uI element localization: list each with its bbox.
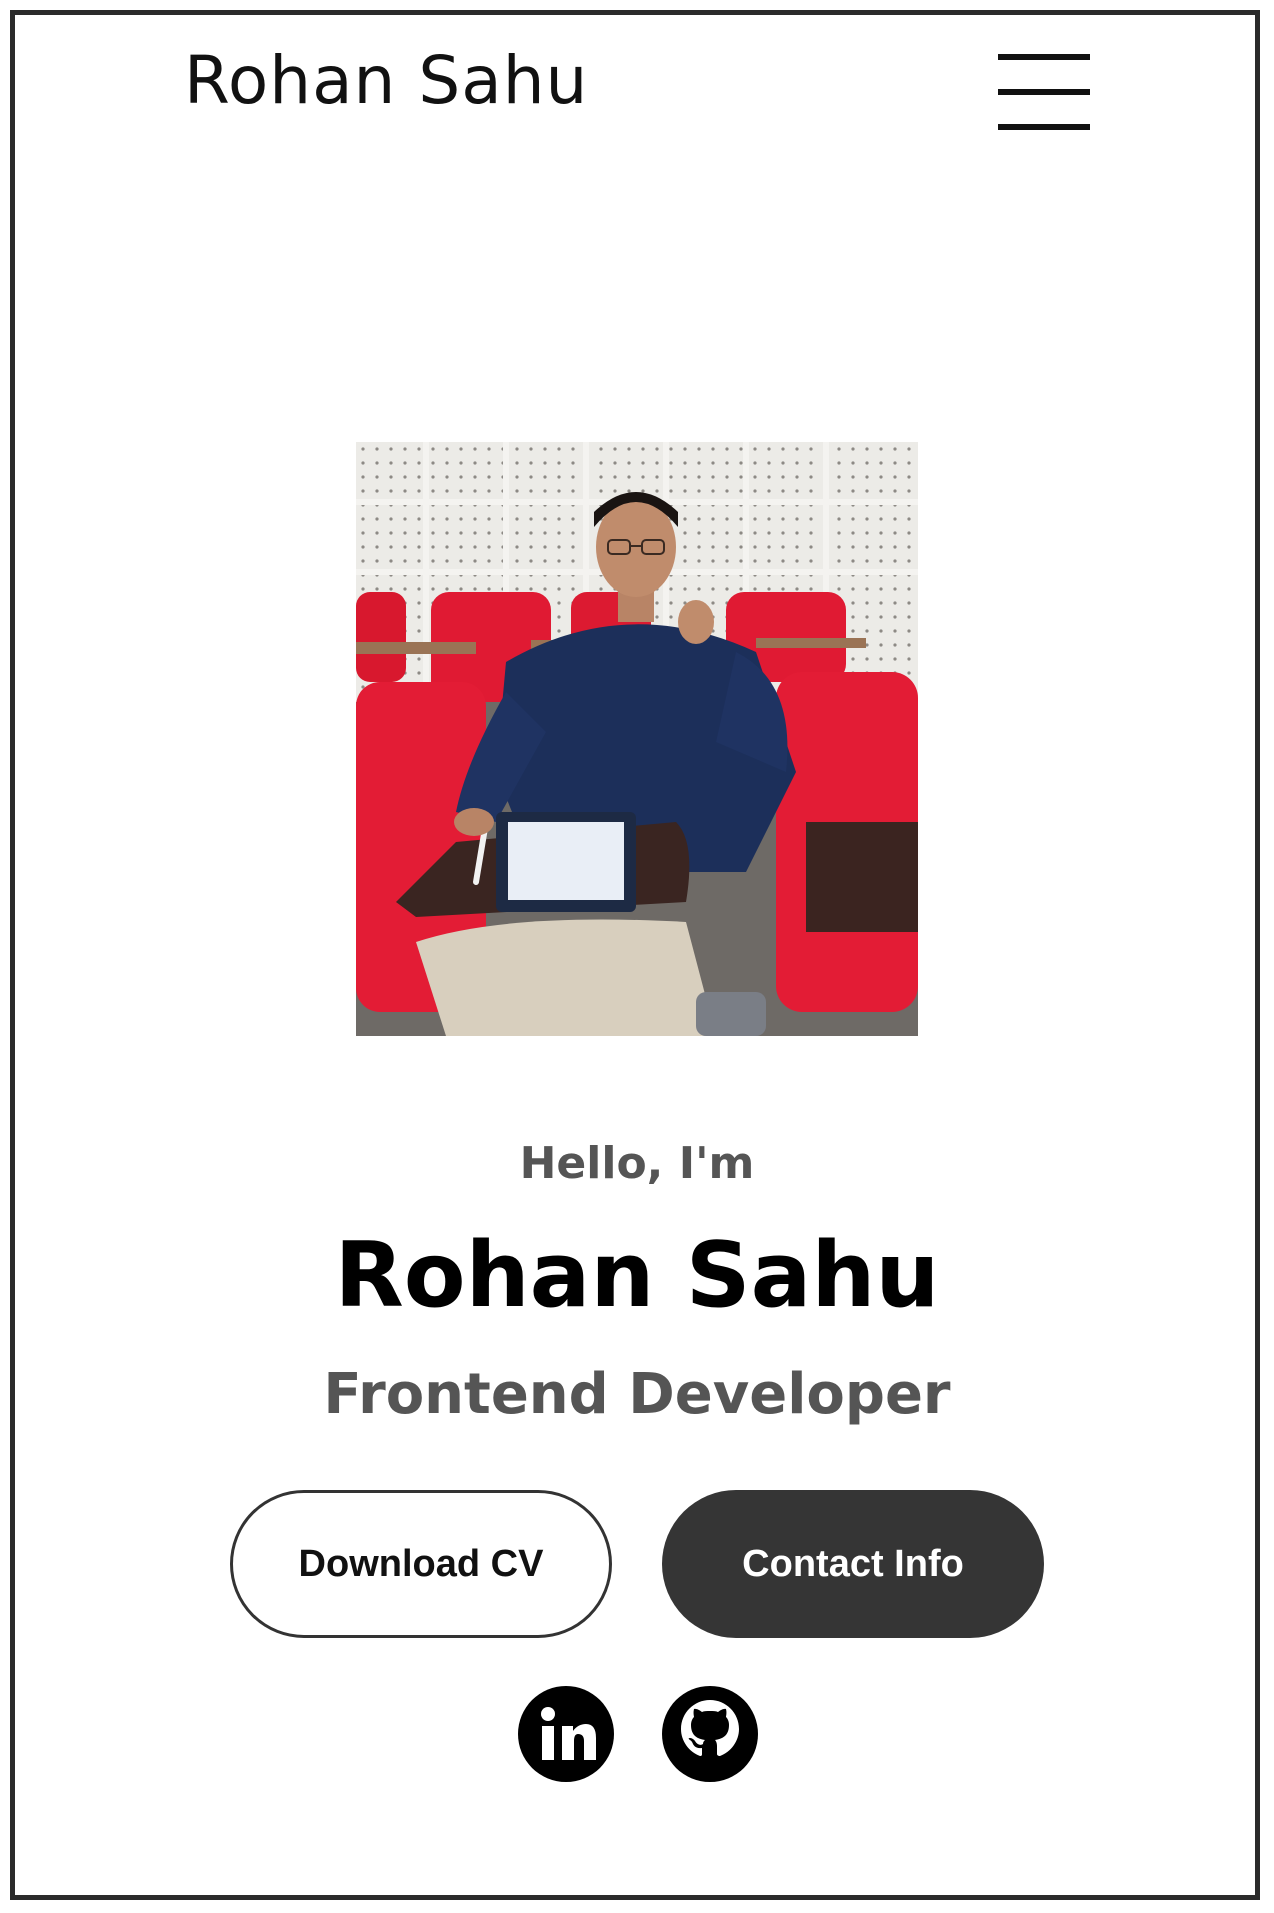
hero-name: Rohan Sahu [334, 1223, 940, 1328]
site-brand[interactable]: Rohan Sahu [184, 48, 588, 114]
download-cv-button[interactable]: Download CV [230, 1490, 612, 1638]
menu-bar [998, 124, 1090, 130]
menu-bar [998, 54, 1090, 60]
menu-bar [998, 89, 1090, 95]
github-icon[interactable] [662, 1686, 758, 1782]
contact-info-button[interactable]: Contact Info [662, 1490, 1044, 1638]
profile-photo [356, 442, 918, 1036]
hamburger-menu-icon[interactable] [998, 54, 1090, 130]
hero-role: Frontend Developer [323, 1362, 951, 1427]
greeting-text: Hello, I'm [519, 1138, 755, 1189]
linkedin-icon[interactable] [518, 1686, 614, 1782]
